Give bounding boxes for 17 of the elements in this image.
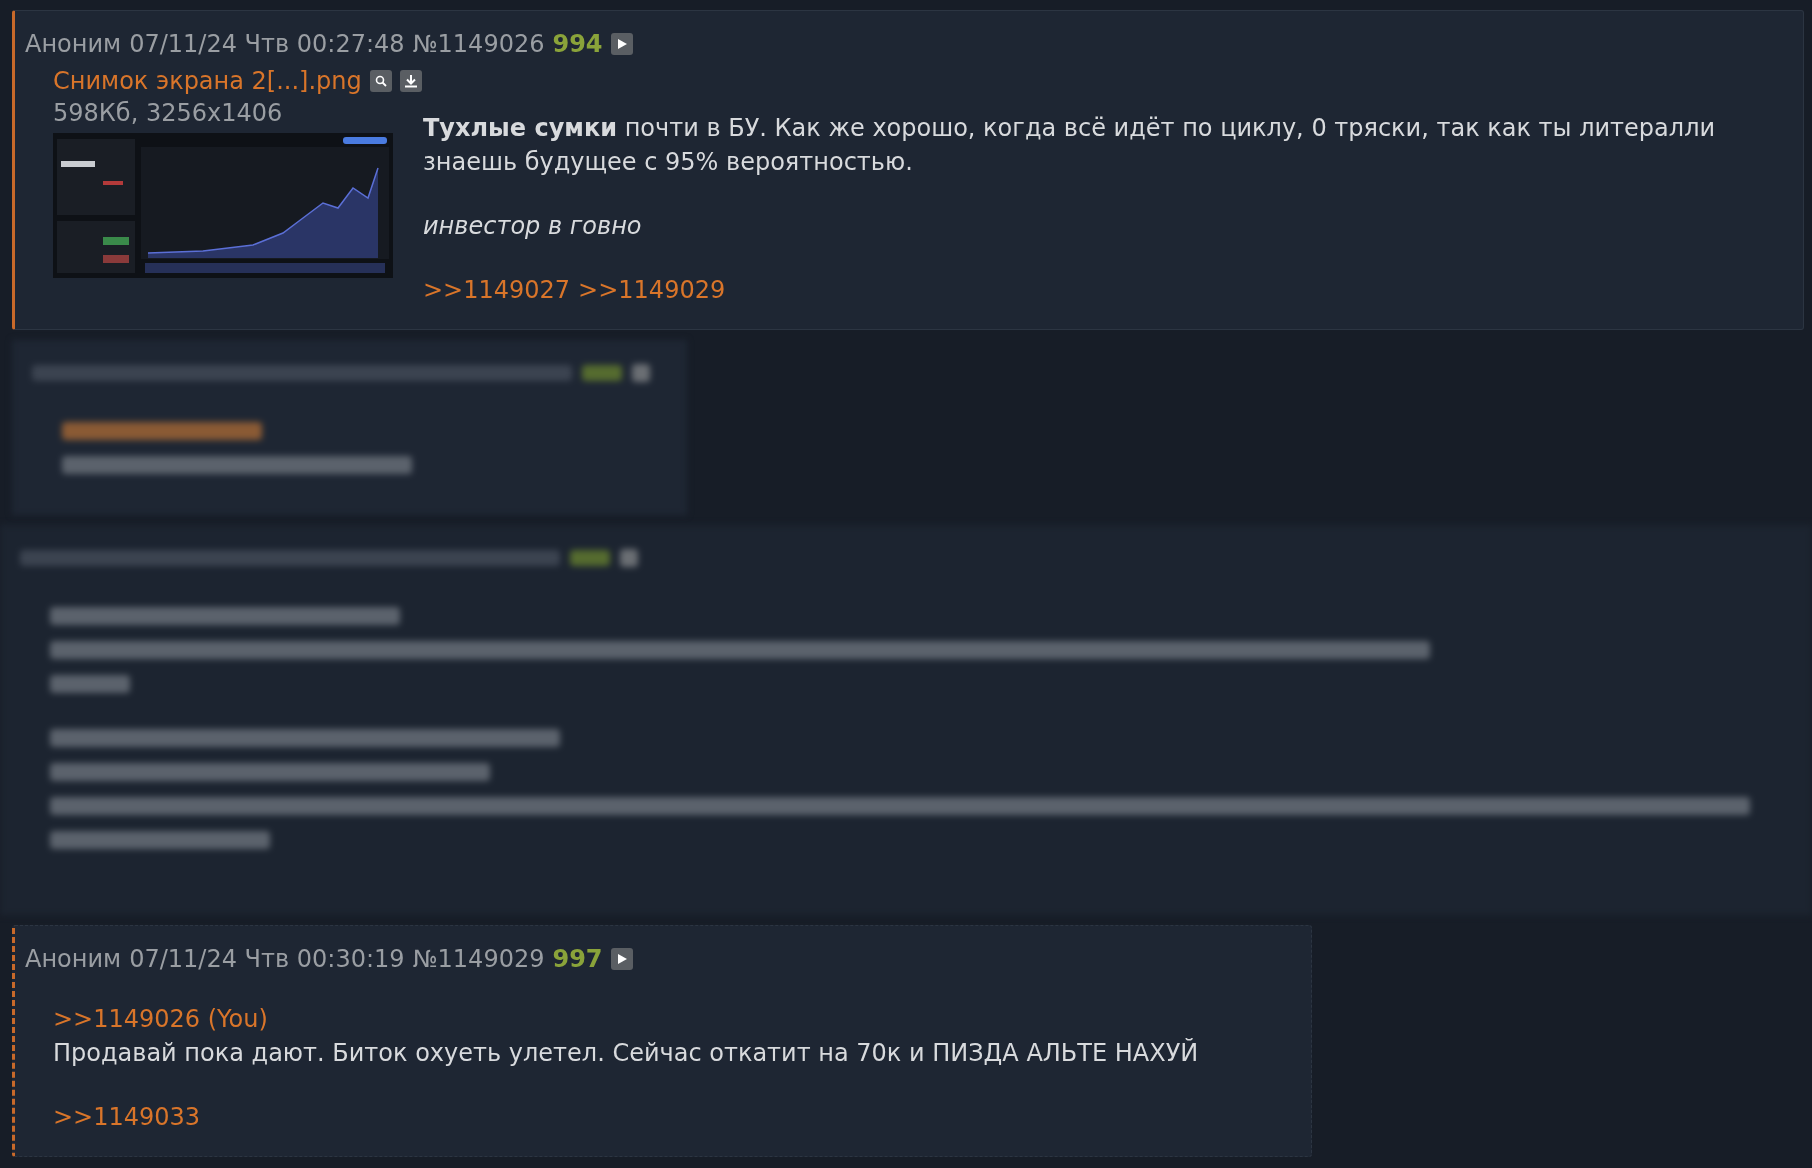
post-date: 07/11/24 Чтв 00:27:48 [129,29,405,59]
post-number[interactable]: №1149026 [412,29,545,59]
reply-link[interactable]: >>1149026 (You) [53,1002,268,1036]
post-date: 07/11/24 Чтв 00:30:19 [129,944,405,974]
post-author: Аноним [25,944,122,974]
post-text: инвестор в говно [423,211,643,242]
file-info: 598Кб, 3256x1406 [53,98,284,129]
reply-link[interactable]: >>1149027 [423,273,571,307]
post-author: Аноним [25,29,122,59]
reply-link[interactable]: >>1149033 [53,1100,201,1134]
post-position: 994 [552,29,603,59]
post-text: Тухлые сумки почти в БУ. Как же хорошо, когда всё идёт по циклу, 0 тряски, так как ты литералли знаешь будущее с 95% вероятностью. [423,113,1717,178]
file-name-link[interactable]: Снимок экрана 2[...].png [53,65,362,97]
post-number[interactable]: №1149029 [412,944,545,974]
post-text: Продавай пока дают. Биток охуеть улетел. Сейчас откатит на 70к и ПИЗДА АЛЬТЕ НАХУЙ [53,1037,1200,1069]
post-position: 997 [552,944,603,974]
reply-link[interactable]: >>1149029 [578,273,726,307]
